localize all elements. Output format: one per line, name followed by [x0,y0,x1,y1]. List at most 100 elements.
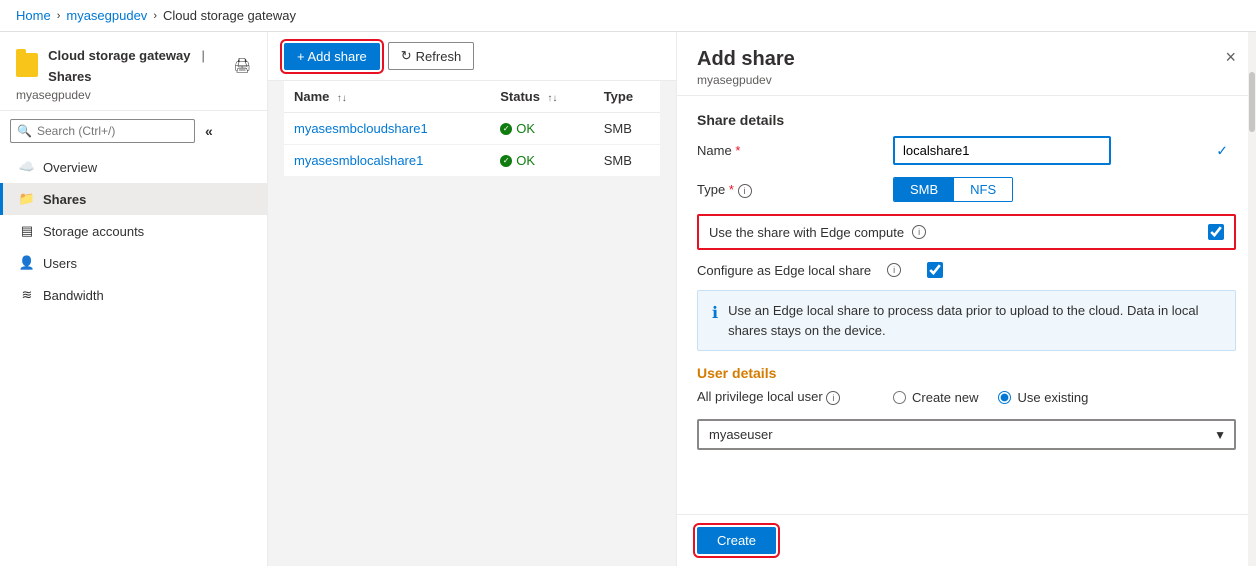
user-details-title: User details [697,365,1236,381]
shares-table: Name ↑↓ Status ↑↓ Type myasesmbclouds [284,81,660,177]
use-existing-label[interactable]: Use existing [998,390,1088,405]
table-row[interactable]: myasesmbcloudshare1 OK SMB [284,113,660,145]
name-check-icon: ✓ [1216,142,1228,159]
content-area: + Add share ↻ Refresh Name ↑↓ Status [268,32,676,566]
type-row: Type * i SMB NFS [697,177,1236,202]
sort-arrows-name: ↑↓ [337,93,347,104]
info-box-text: Use an Edge local share to process data … [728,301,1221,340]
bandwidth-icon: ≋ [19,287,35,303]
breadcrumb-sep2: › [153,10,157,22]
sidebar-item-overview[interactable]: ☁️ Overview [0,151,267,183]
sidebar: Cloud storage gateway | Shares 🖨 myasegp… [0,32,268,566]
user-dropdown-wrap: myaseuser ▼ [697,419,1236,450]
create-new-label[interactable]: Create new [893,390,978,405]
table-container: Name ↑↓ Status ↑↓ Type myasesmbclouds [268,81,676,566]
breadcrumb-device[interactable]: myasegpudev [66,8,147,23]
type-required: * [729,182,734,197]
create-new-radio[interactable] [893,391,906,404]
panel-title: Add share [697,48,795,71]
refresh-label: Refresh [416,49,462,64]
breadcrumb-home[interactable]: Home [16,8,51,23]
name-input-wrap: ✓ [893,136,1236,165]
cell-type: SMB [594,113,660,145]
panel-header: Add share myasegpudev × [677,32,1256,96]
refresh-icon: ↻ [401,48,412,64]
info-box: ℹ Use an Edge local share to process dat… [697,290,1236,351]
print-button[interactable]: 🖨 [233,57,251,74]
side-panel: Add share myasegpudev × Share details Na… [676,32,1256,566]
cell-status: OK [490,145,593,177]
sidebar-label-users: Users [43,256,77,271]
breadcrumb-sep1: › [57,10,61,22]
type-toggle: SMB NFS [893,177,1013,202]
info-box-icon: ℹ [712,302,718,340]
configure-edge-row: Configure as Edge local share i [697,262,1236,278]
share-details-title: Share details [697,112,1236,128]
configure-edge-info-icon[interactable]: i [887,263,901,277]
page-header: Cloud storage gateway | Shares 🖨 myasegp… [0,32,267,111]
search-icon: 🔍 [17,124,32,138]
title-divider: | [201,48,204,63]
page-title: Cloud storage gateway | Shares [48,44,211,85]
type-nfs-button[interactable]: NFS [954,178,1012,201]
close-button[interactable]: × [1225,48,1236,66]
folder-icon [16,53,38,77]
name-required: * [735,143,740,158]
name-label: Name * [697,143,877,158]
refresh-button[interactable]: ↻ Refresh [388,42,474,70]
search-input[interactable] [10,119,195,143]
user-dropdown[interactable]: myaseuser [697,419,1236,450]
cloud-icon: ☁️ [19,159,35,175]
sort-arrows-status: ↑↓ [547,93,557,104]
configure-edge-checkbox[interactable] [927,262,943,278]
name-input[interactable] [893,136,1111,165]
col-status[interactable]: Status ↑↓ [490,81,593,113]
use-existing-radio[interactable] [998,391,1011,404]
type-label: Type * i [697,182,877,198]
sidebar-label-shares: Shares [43,192,86,207]
search-box: 🔍 « [0,111,267,151]
sidebar-label-storage: Storage accounts [43,224,144,239]
main-layout: Cloud storage gateway | Shares 🖨 myasegp… [0,32,1256,566]
col-name[interactable]: Name ↑↓ [284,81,490,113]
share-details-section: Share details Name * ✓ Type [697,112,1236,351]
cell-name: myasesmblocalshare1 [284,145,490,177]
type-info-icon[interactable]: i [738,184,752,198]
edge-compute-info-icon[interactable]: i [912,225,926,239]
col-type[interactable]: Type [594,81,660,113]
panel-subtitle: myasegpudev [697,73,795,87]
edge-compute-checkbox[interactable] [1208,224,1224,240]
radio-group: Create new Use existing [893,390,1088,405]
sidebar-label-bandwidth: Bandwidth [43,288,104,303]
shares-folder-icon: 📁 [19,191,35,207]
privilege-row: All privilege local user i Create new Us… [697,389,1236,405]
configure-edge-label: Configure as Edge local share [697,263,871,278]
privilege-label: All privilege local user i [697,389,877,405]
sidebar-label-overview: Overview [43,160,97,175]
sidebar-item-storage-accounts[interactable]: ▤ Storage accounts [0,215,267,247]
add-share-button[interactable]: + Add share [284,43,380,70]
cell-type: SMB [594,145,660,177]
breadcrumb-current: Cloud storage gateway [163,8,296,23]
privilege-info-icon[interactable]: i [826,391,840,405]
user-details-section: User details All privilege local user i … [697,365,1236,450]
panel-footer: Create [677,514,1256,566]
sidebar-item-users[interactable]: 👤 Users [0,247,267,279]
cell-name: myasesmbcloudshare1 [284,113,490,145]
scrollbar-thumb [1249,72,1255,132]
breadcrumb: Home › myasegpudev › Cloud storage gatew… [0,0,1256,32]
name-row: Name * ✓ [697,136,1236,165]
edge-compute-row: Use the share with Edge compute i [697,214,1236,250]
page-subtitle: myasegpudev [16,88,251,102]
create-button[interactable]: Create [697,527,776,554]
table-row[interactable]: myasesmblocalshare1 OK SMB [284,145,660,177]
panel-body: Share details Name * ✓ Type [677,96,1256,466]
sidebar-item-shares[interactable]: 📁 Shares [0,183,267,215]
sidebar-item-bandwidth[interactable]: ≋ Bandwidth [0,279,267,311]
storage-icon: ▤ [19,223,35,239]
type-smb-button[interactable]: SMB [894,178,954,201]
scrollbar-track[interactable] [1248,32,1256,566]
cell-status: OK [490,113,593,145]
user-icon: 👤 [19,255,35,271]
collapse-button[interactable]: « [205,123,213,139]
